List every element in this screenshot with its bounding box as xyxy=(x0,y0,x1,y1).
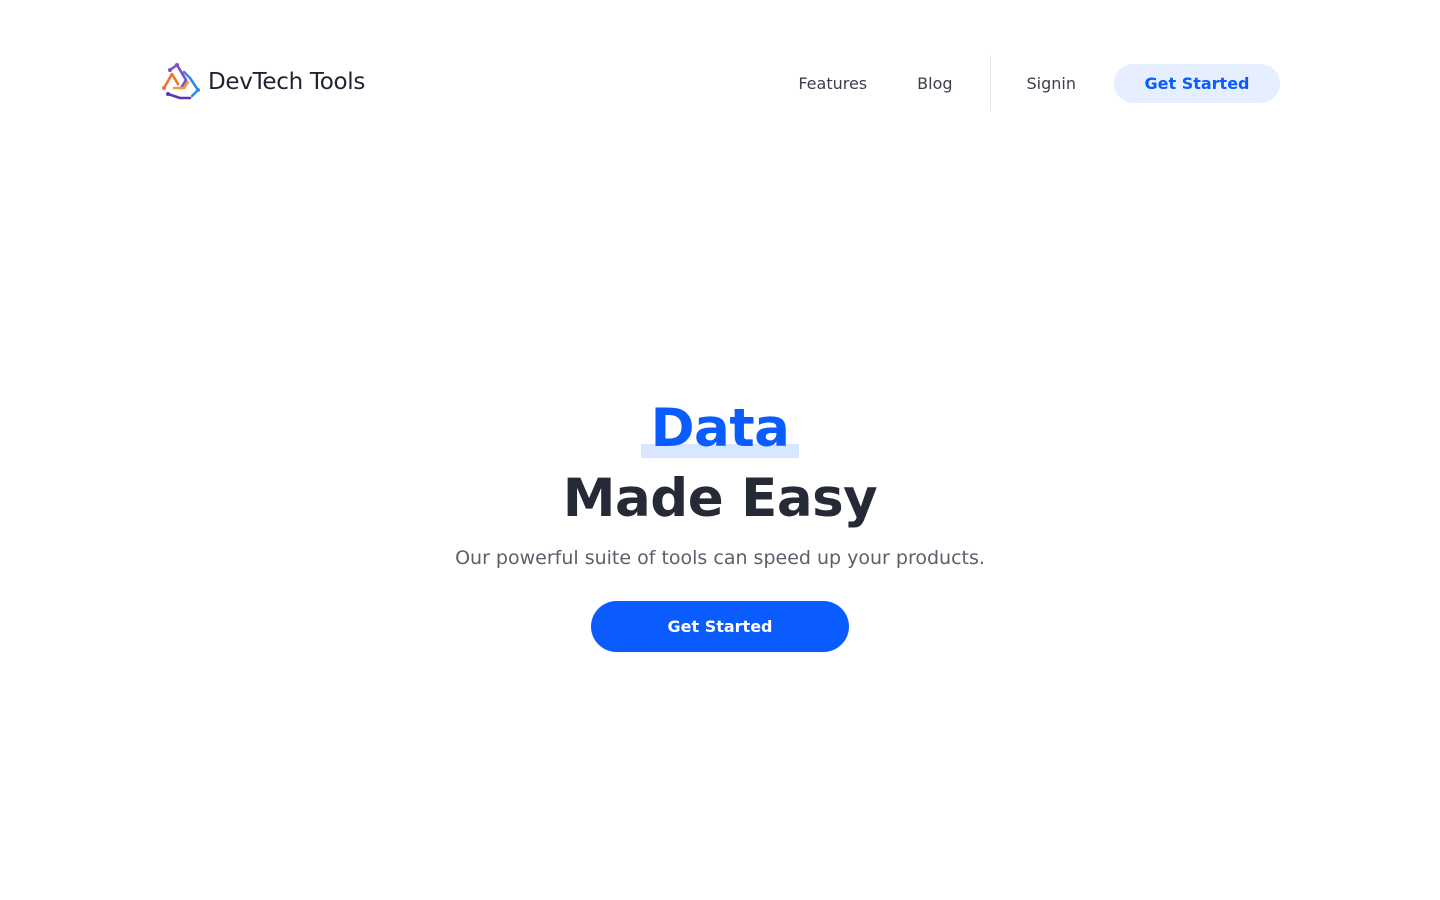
hero-subtitle: Our powerful suite of tools can speed up… xyxy=(455,547,985,569)
brand-name-secondary: Tools xyxy=(309,69,366,95)
nav-divider xyxy=(989,55,991,111)
brand-name-primary: DevTech xyxy=(208,69,303,95)
hero-get-started-button[interactable]: Get Started xyxy=(591,601,849,652)
header-get-started-button[interactable]: Get Started xyxy=(1114,63,1280,103)
nav-link-features[interactable]: Features xyxy=(798,74,867,93)
brand-logo-link[interactable]: DevTech Tools xyxy=(160,62,365,102)
site-header: DevTech Tools Features Blog Signin Get S… xyxy=(160,54,1280,112)
hero-highlight-wrap: Data xyxy=(640,398,800,460)
hero-section: Data Made Easy Our powerful suite of too… xyxy=(0,398,1440,652)
devtech-logo-icon xyxy=(162,63,200,100)
nav-link-signin[interactable]: Signin xyxy=(1027,74,1076,93)
landing-page: DevTech Tools Features Blog Signin Get S… xyxy=(0,0,1440,900)
hero-title: Made Easy xyxy=(562,468,878,529)
nav-link-blog[interactable]: Blog xyxy=(917,74,952,93)
hero-highlight-word: Data xyxy=(650,398,790,459)
brand-name: DevTech Tools xyxy=(208,69,365,95)
top-nav: Features Blog Signin Get Started xyxy=(798,54,1280,112)
